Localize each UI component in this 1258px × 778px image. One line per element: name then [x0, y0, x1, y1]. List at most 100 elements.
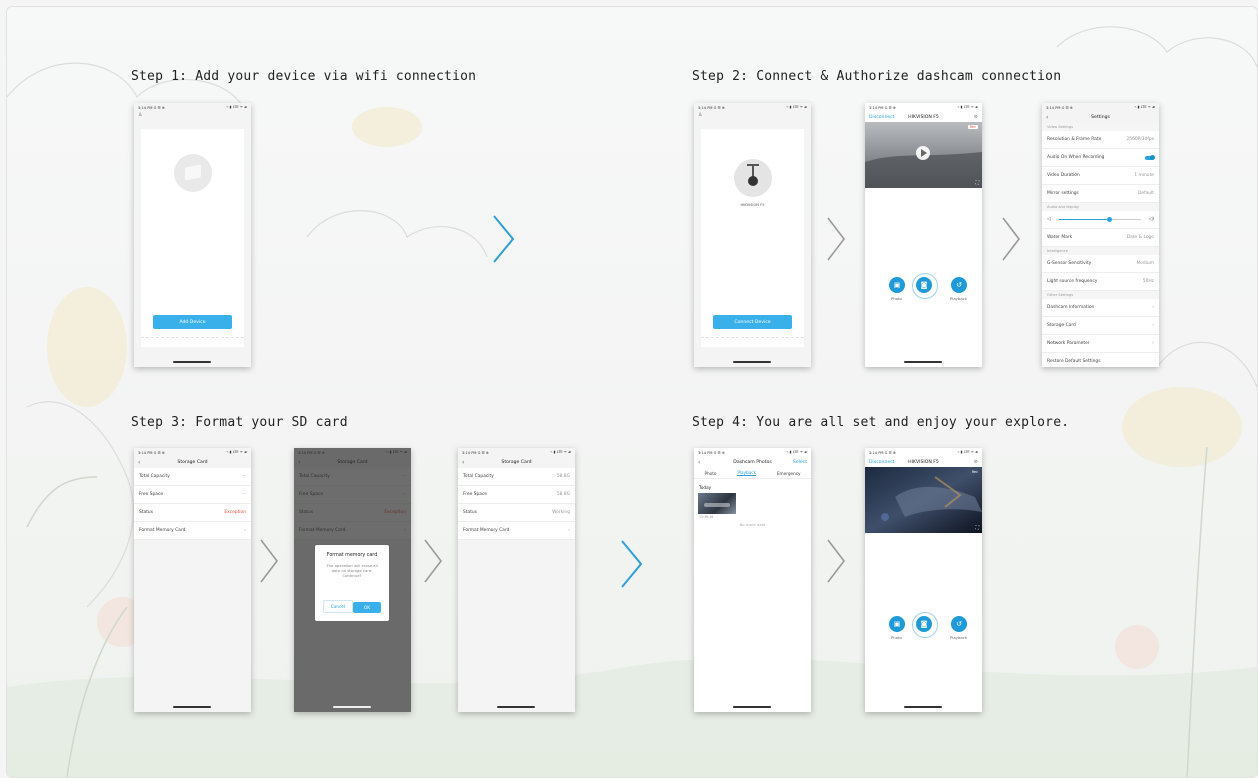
volume-slider[interactable] [1058, 217, 1141, 222]
back-arrow-icon[interactable]: ‹ [138, 459, 140, 466]
phone-storage-working: 3:14 PM G ☰ ⊕ ⌁ ▮ LTE ᯤ ▰ ‹ Storage Card T… [458, 448, 575, 712]
settings-row-info[interactable]: Dashcam Information › [1042, 299, 1159, 317]
status-bar: 3:14 PM G ☰ ⊕⌁ ▮ LTE ᯤ ▰ [138, 450, 247, 455]
storage-row-free: Free Space-- [134, 486, 251, 504]
format-dialog: Format memory card The operation will er… [315, 545, 389, 621]
tab-playback[interactable]: Playback [737, 470, 756, 476]
storage-nav: ‹Storage Card [138, 459, 208, 466]
playback-label: Playback [950, 635, 967, 640]
settings-row-storage[interactable]: Storage Card › [1042, 317, 1159, 335]
gear-icon[interactable]: ⚙ [974, 460, 978, 465]
next-step-chevron-icon [621, 540, 643, 588]
dialog-message: The operation will erase all data on sto… [326, 563, 378, 578]
video-thumbnail[interactable] [698, 493, 736, 514]
live-video[interactable]: Rec ⛶ [865, 122, 982, 188]
section-intelligence: Intelligence [1042, 247, 1159, 255]
cancel-button[interactable]: Cancel [323, 600, 353, 613]
settings-row-audio[interactable]: Audio On When Recording [1042, 149, 1159, 167]
home-indicator [333, 706, 371, 708]
storage-row-total: Total Capacity 58.8G [458, 468, 575, 486]
status-bar: 3:14 PM G ☰ ⊕⌁ ▮ LTE ᯤ ▰ [869, 450, 978, 455]
settings-row-light[interactable]: Light source frequency 50Hz [1042, 273, 1159, 291]
section-audio: Audio and display [1042, 203, 1159, 211]
back-arrow-icon[interactable]: ‹ [462, 459, 464, 466]
phone-storage-exception: 3:14 PM G ☰ ⊕ ⌁ ▮ LTE ᯤ ▰ ‹ Storage Card T… [134, 448, 251, 712]
select-link[interactable]: Select [793, 460, 807, 465]
audio-toggle[interactable] [1145, 154, 1155, 160]
fullscreen-icon[interactable]: ⛶ [975, 180, 979, 186]
playback-icon[interactable]: ↺ [951, 277, 967, 293]
tab-photo[interactable]: Photo [704, 471, 716, 476]
disconnect-link[interactable]: Disconnect [869, 460, 895, 465]
settings-row-duration[interactable]: Video Duration 1 minute [1042, 167, 1159, 185]
status-bar: 3:14 PM G ☰ ⊕⌁ ▮ LTE ᯤ ▰ [462, 450, 571, 455]
chevron-right-icon [424, 539, 443, 583]
home-indicator [733, 361, 771, 363]
phone-dashcam-photos: 3:14 PM G ☰ ⊕ ⌁ ▮ LTE ᯤ ▰ ‹ Dashcam Photos… [694, 448, 811, 712]
section-other: Other Settings [1042, 291, 1159, 299]
back-arrow-icon[interactable]: ‹ [698, 459, 700, 466]
user-icon[interactable]: ♙ [694, 112, 811, 121]
status-bar: 3:14 PM G ☰ ⊕⌁ ▮ LTE ᯤ ▰ [138, 105, 247, 110]
device-placeholder-icon [174, 154, 212, 192]
settings-row-restore[interactable]: Restore Default Settings [1042, 353, 1159, 367]
home-indicator [733, 706, 771, 708]
connect-device-button[interactable]: Connect Device [713, 315, 792, 329]
gear-icon[interactable]: ⚙ [974, 115, 978, 120]
fullscreen-icon[interactable]: ⛶ [975, 525, 979, 531]
device-title: HIKVISION F5 [908, 114, 939, 120]
home-indicator [904, 706, 942, 708]
home-indicator [904, 361, 942, 363]
home-indicator [497, 706, 535, 708]
settings-row-resolution[interactable]: Resolution & Frame Rate 2560P/30fps [1042, 131, 1159, 149]
settings-nav: ‹ Settings [1046, 114, 1110, 121]
volume-high-icon: ◁) [1148, 217, 1154, 222]
playback-label: Playback [950, 296, 967, 301]
chevron-right-icon [827, 539, 846, 583]
back-arrow-icon[interactable]: ‹ [1046, 114, 1048, 121]
user-icon[interactable]: ♙ [134, 112, 251, 121]
phone-live-view: 3:14 PM G ☰ ⊕ ⌁ ▮ LTE ᯤ ▰ Disconnect HIKV… [865, 103, 982, 367]
photo-tabs: Photo Playback Emergency [694, 468, 811, 478]
camera-capture-icon[interactable]: ◙ [916, 616, 932, 632]
next-step-chevron-icon [493, 215, 515, 263]
photo-label: Photo [891, 635, 902, 640]
step-2-title: Step 2: Connect & Authorize dashcam conn… [692, 69, 1062, 84]
settings-row-gsensor[interactable]: G-Sensor Sensitivity Medium [1042, 255, 1159, 273]
storage-row-status: Status Working [458, 504, 575, 522]
date-group-today: Today [699, 485, 712, 490]
live-nav: Disconnect HIKVISION F5 ⚙ [865, 112, 982, 122]
phone-connect-device: 3:14 PM G ☰ ⊕ ⌁ ▮ LTE ᯤ ▰ ♙ HIKVISION F5 … [694, 103, 811, 367]
dashcam-icon [734, 159, 772, 197]
device-name: HIKVISION F5 [740, 203, 765, 207]
photo-album-icon[interactable]: ▣ [889, 277, 905, 293]
storage-row-status: StatusException [134, 504, 251, 522]
status-bar: 3:14 PM G ☰ ⊕⌁ ▮ LTE ᯤ ▰ [698, 450, 807, 455]
step-4-title: Step 4: You are all set and enjoy your e… [692, 415, 1070, 430]
record-badge: Rec [971, 470, 978, 474]
volume-low-icon: ◁ [1047, 217, 1051, 222]
settings-row-mirror[interactable]: Mirror settings Default [1042, 185, 1159, 203]
step-3-title: Step 3: Format your SD card [131, 415, 348, 430]
volume-slider-row[interactable]: ◁ ◁) [1042, 211, 1159, 229]
settings-row-watermark[interactable]: Water Mark Date & Logo [1042, 229, 1159, 247]
ok-button[interactable]: OK [353, 602, 381, 613]
no-more-data: No more data [739, 522, 766, 527]
format-memory-card-row[interactable]: Format Memory Card › [458, 522, 575, 540]
settings-row-network[interactable]: Network Parameter › [1042, 335, 1159, 353]
disconnect-link[interactable]: Disconnect [869, 115, 895, 120]
live-video[interactable]: Rec ⛶ [865, 467, 982, 533]
add-device-button[interactable]: Add Device [153, 315, 232, 329]
home-indicator [173, 706, 211, 708]
phone-format-dialog: 3:14 PM G ☰ ⊕⌁ ▮ LTE ᯤ ▰ ‹Storage Card T… [294, 448, 411, 712]
device-title: HIKVISION F5 [908, 459, 939, 465]
tab-emergency[interactable]: Emergency [777, 471, 801, 476]
playback-icon[interactable]: ↺ [951, 616, 967, 632]
camera-capture-icon[interactable]: ◙ [916, 277, 932, 293]
thumbnail-time: 15:36:18 [699, 515, 714, 519]
photo-label: Photo [891, 296, 902, 301]
photo-album-icon[interactable]: ▣ [889, 616, 905, 632]
format-memory-card-row[interactable]: Format Memory Card › [134, 522, 251, 540]
dialog-title: Format memory card [326, 553, 378, 558]
status-bar: 3:14 PM G ☰ ⊕⌁ ▮ LTE ᯤ ▰ [1046, 105, 1155, 110]
